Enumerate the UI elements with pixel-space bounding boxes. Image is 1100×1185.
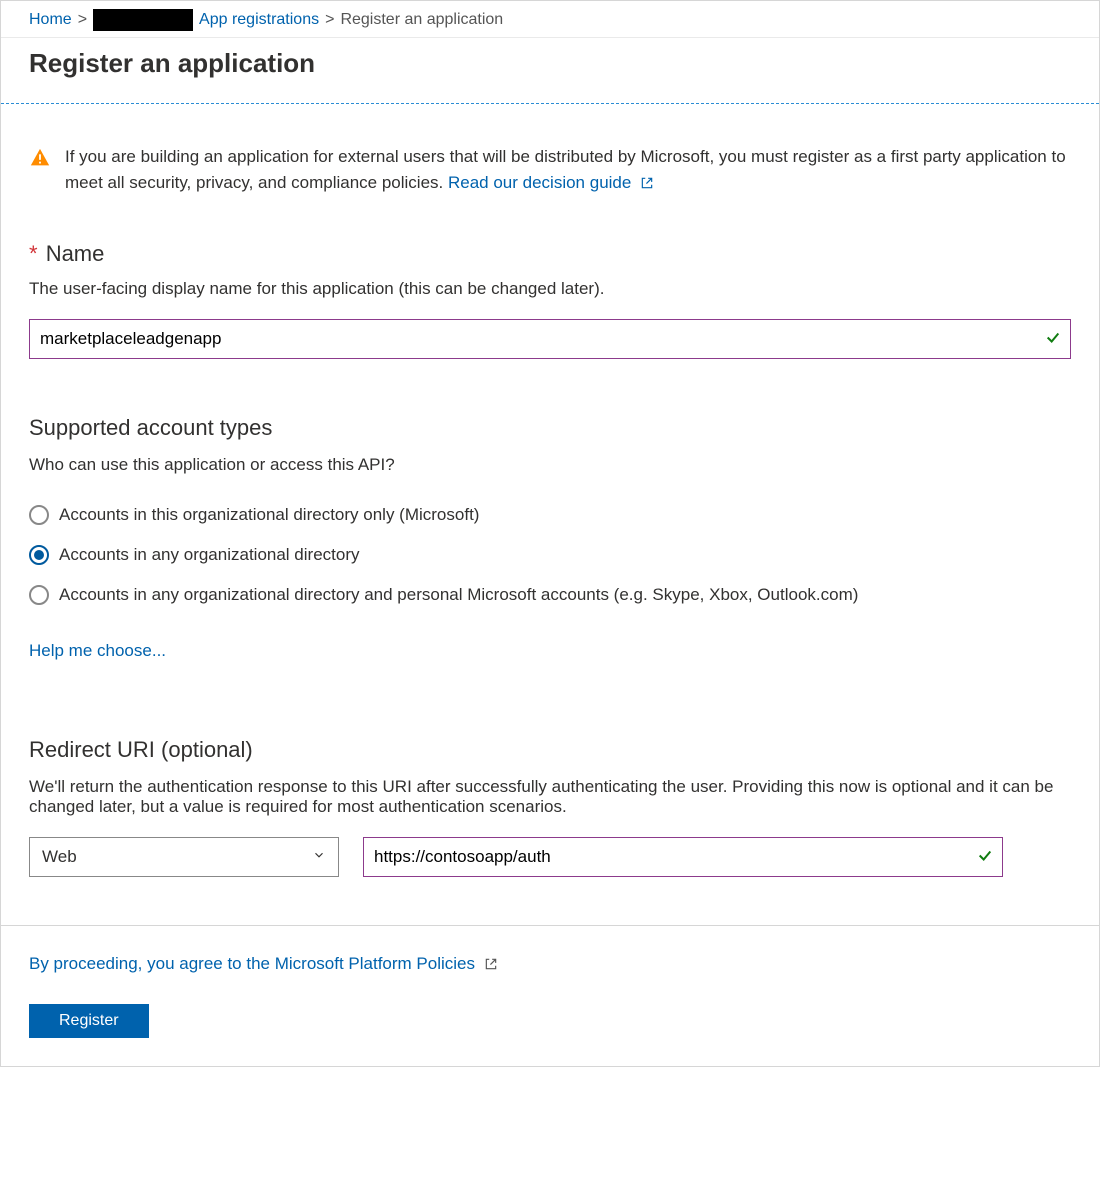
account-types-heading: Supported account types bbox=[29, 415, 1071, 441]
redirect-type-select[interactable]: Web bbox=[29, 837, 339, 877]
account-types-radiogroup: Accounts in this organizational director… bbox=[29, 495, 1071, 615]
radio-button[interactable] bbox=[29, 505, 49, 525]
account-type-option-0[interactable]: Accounts in this organizational director… bbox=[29, 495, 1071, 535]
name-description: The user-facing display name for this ap… bbox=[29, 279, 1071, 299]
register-button[interactable]: Register bbox=[29, 1004, 149, 1038]
valid-check-icon bbox=[1045, 330, 1061, 349]
breadcrumb-current: Register an application bbox=[340, 11, 503, 29]
radio-button[interactable] bbox=[29, 585, 49, 605]
breadcrumb-tenant-redacted bbox=[93, 9, 193, 31]
radio-button[interactable] bbox=[29, 545, 49, 565]
warning-icon bbox=[29, 144, 51, 197]
breadcrumb-separator: > bbox=[78, 11, 87, 29]
breadcrumb-home[interactable]: Home bbox=[29, 11, 72, 29]
breadcrumb-app-registrations[interactable]: App registrations bbox=[199, 11, 319, 29]
radio-label: Accounts in any organizational directory… bbox=[59, 585, 858, 605]
valid-check-icon bbox=[977, 848, 993, 867]
help-me-choose-link[interactable]: Help me choose... bbox=[29, 641, 166, 660]
redirect-uri-input[interactable] bbox=[363, 837, 1003, 877]
breadcrumb: Home > App registrations > Register an a… bbox=[1, 1, 1099, 38]
redirect-type-value: Web bbox=[42, 847, 77, 867]
account-types-question: Who can use this application or access t… bbox=[29, 455, 1071, 475]
external-link-icon bbox=[484, 956, 498, 976]
name-input[interactable] bbox=[29, 319, 1071, 359]
account-type-option-1[interactable]: Accounts in any organizational directory bbox=[29, 535, 1071, 575]
page-title: Register an application bbox=[29, 48, 1071, 79]
required-indicator: * bbox=[29, 241, 38, 266]
external-link-icon bbox=[640, 172, 654, 198]
breadcrumb-separator: > bbox=[325, 11, 334, 29]
radio-label: Accounts in any organizational directory bbox=[59, 545, 360, 565]
chevron-down-icon bbox=[312, 847, 326, 867]
account-type-option-2[interactable]: Accounts in any organizational directory… bbox=[29, 575, 1071, 615]
redirect-uri-description: We'll return the authentication response… bbox=[29, 777, 1071, 817]
info-notice: If you are building an application for e… bbox=[29, 144, 1071, 197]
name-label: * Name bbox=[29, 241, 1071, 267]
radio-label: Accounts in this organizational director… bbox=[59, 505, 479, 525]
platform-policies-link[interactable]: By proceeding, you agree to the Microsof… bbox=[29, 954, 498, 973]
decision-guide-link[interactable]: Read our decision guide bbox=[448, 173, 654, 192]
redirect-uri-heading: Redirect URI (optional) bbox=[29, 737, 1071, 763]
